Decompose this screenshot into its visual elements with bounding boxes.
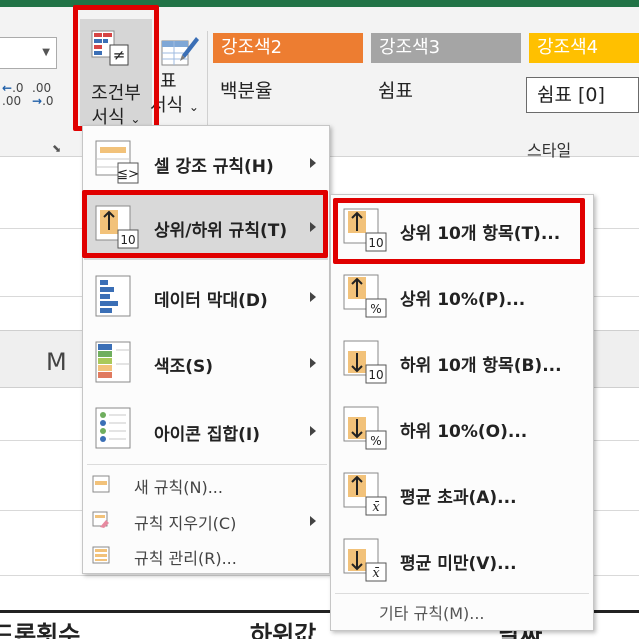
svg-text:x̄: x̄ (372, 500, 380, 515)
submenu-item-below-average[interactable]: x̄ 평균 미만(V)... (332, 529, 592, 591)
submenu-arrow-icon (310, 292, 316, 302)
style-comma0[interactable]: 쉼표 [0] (526, 77, 639, 113)
svg-text:x̄: x̄ (372, 566, 380, 581)
submenu-item-bottom-10-percent[interactable]: % 하위 10%(O)... (332, 397, 592, 459)
svg-text:%: % (370, 434, 381, 448)
submenu-item-label: 상위 10%(P)... (400, 290, 526, 310)
menu-item-label: 셀 강조 규칙(H) (154, 157, 274, 177)
menu-item-data-bars[interactable]: 데이터 막대(D) (84, 264, 328, 330)
data-bars-icon (95, 275, 131, 317)
svg-text:%: % (370, 302, 381, 316)
submenu-item-label: 평균 초과(A)... (400, 488, 517, 508)
below-average-icon: x̄ (343, 538, 387, 582)
dialog-launcher-icon[interactable]: ⬊ (52, 143, 64, 155)
new-rule-icon (92, 475, 110, 493)
submenu-item-label: 하위 10개 항목(B)... (400, 356, 562, 376)
style-accent4[interactable]: 강조색4 (529, 33, 639, 63)
decrease-decimal-button[interactable]: .00 →.0 (32, 82, 54, 108)
submenu-item-label: 하위 10%(O)... (400, 422, 528, 442)
menu-item-color-scales[interactable]: 색조(S) (84, 330, 328, 396)
submenu-arrow-icon (310, 158, 316, 168)
increase-decimal-top: .0 (12, 81, 24, 95)
svg-text:≦>: ≦> (117, 167, 139, 182)
chevron-down-icon: ⌄ (188, 100, 199, 114)
format-as-table-button[interactable]: 표 서식 ⌄ (150, 27, 208, 131)
top-10-percent-icon: % (343, 274, 387, 318)
submenu-arrow-icon (310, 358, 316, 368)
menu-item-new-rule[interactable]: 새 규칙(N)... (84, 466, 328, 502)
style-comma[interactable]: 쉼표 (378, 76, 413, 103)
decrease-decimal-bottom: .0 (42, 94, 54, 108)
above-average-icon: x̄ (343, 472, 387, 516)
highlight-frame-top-10-items (333, 198, 585, 264)
highlight-frame-top-bottom-rules (82, 190, 328, 258)
increase-decimal-button[interactable]: ←.0 .00 (2, 82, 24, 108)
submenu-item-more-rules[interactable]: 기타 규칙(M)... (379, 600, 485, 624)
highlight-cells-rules-icon: ≦> (95, 140, 139, 184)
column-header-m[interactable]: M (46, 348, 67, 376)
submenu-item-top-10-percent[interactable]: % 상위 10%(P)... (332, 265, 592, 327)
menu-separator (335, 593, 589, 594)
submenu-arrow-icon (310, 426, 316, 436)
menu-item-clear-rules[interactable]: 규칙 지우기(C) (84, 502, 328, 538)
menu-item-label: 규칙 관리(R)... (134, 549, 237, 568)
menu-item-label: 아이콘 집합(I) (154, 425, 260, 445)
icon-sets-icon (95, 407, 131, 449)
menu-item-label: 색조(S) (154, 357, 214, 377)
submenu-item-bottom-10-items[interactable]: 10 하위 10개 항목(B)... (332, 331, 592, 393)
style-accent2[interactable]: 강조색2 (213, 33, 363, 63)
format-as-table-label-1: 표 (160, 71, 177, 92)
menu-separator (87, 464, 327, 465)
color-scales-icon (95, 341, 131, 383)
style-accent3[interactable]: 강조색3 (371, 33, 521, 63)
submenu-arrow-icon (310, 516, 316, 526)
bottom-10-items-icon: 10 (343, 340, 387, 384)
number-format-dropdown[interactable]: ▼ (0, 37, 57, 69)
menu-item-highlight-cells-rules[interactable]: ≦> 셀 강조 규칙(H) (84, 130, 328, 194)
cell-text-1[interactable]: 드론횟수 (0, 615, 80, 639)
cell-text-2[interactable]: 하위값 (250, 615, 316, 639)
menu-item-label: 규칙 지우기(C) (134, 514, 237, 533)
submenu-item-label: 평균 미만(V)... (400, 554, 517, 574)
svg-text:10: 10 (368, 368, 383, 382)
submenu-item-above-average[interactable]: x̄ 평균 초과(A)... (332, 463, 592, 525)
highlight-frame-conditional-formatting (73, 5, 159, 131)
chevron-down-icon: ▼ (42, 47, 50, 58)
menu-item-label: 새 규칙(N)... (134, 478, 223, 497)
format-as-table-icon (161, 37, 199, 66)
style-percent[interactable]: 백분율 (220, 76, 272, 103)
menu-item-manage-rules[interactable]: 규칙 관리(R)... (84, 538, 328, 574)
manage-rules-icon (92, 546, 110, 564)
increase-decimal-bottom: .00 (2, 94, 22, 108)
clear-rules-icon (92, 511, 109, 528)
bottom-10-percent-icon: % (343, 406, 387, 450)
menu-item-label: 데이터 막대(D) (154, 291, 268, 311)
menu-item-icon-sets[interactable]: 아이콘 집합(I) (84, 396, 328, 462)
